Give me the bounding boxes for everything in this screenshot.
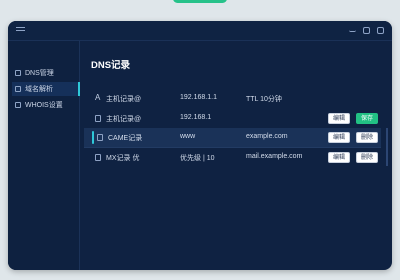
window-controls bbox=[349, 27, 384, 34]
record-ttl: TTL 10分钟 bbox=[246, 96, 282, 103]
delete-button[interactable]: 删除 bbox=[356, 152, 379, 163]
record-type: 主机记录@ bbox=[106, 116, 142, 123]
edit-button[interactable]: 编辑 bbox=[328, 152, 351, 163]
domain-icon bbox=[15, 86, 21, 92]
sidebar-item-dns[interactable]: DNS管理 bbox=[12, 66, 80, 80]
table-row[interactable]: A 主机记录@ 192.168.1.1 TTL 10分钟 bbox=[84, 89, 381, 108]
dns-icon bbox=[15, 70, 21, 76]
record-icon bbox=[97, 134, 103, 141]
record-value: 192.168.1.1 bbox=[180, 94, 217, 101]
scrollbar[interactable] bbox=[386, 128, 388, 166]
record-value: 192.168.1 bbox=[180, 114, 212, 121]
table-row[interactable]: CAME记录 www example.com 编辑 删除 bbox=[84, 128, 381, 147]
save-button[interactable]: 保存 bbox=[356, 113, 379, 124]
close-icon[interactable] bbox=[377, 27, 384, 34]
record-target: example.com bbox=[246, 133, 288, 140]
app-window: DNS管理 域名解析 WHOIS设置 DNS记录 A 主机记录@ 192.168… bbox=[8, 21, 392, 270]
table-row[interactable]: MX记录 优 优先级 | 10 mail.example.com 编辑 删除 bbox=[84, 147, 381, 166]
sidebar-item-whois[interactable]: WHOIS设置 bbox=[12, 98, 80, 112]
selected-indicator bbox=[92, 131, 94, 144]
sidebar-item-label: DNS管理 bbox=[25, 70, 54, 77]
record-value: www bbox=[180, 133, 196, 140]
menu-icon[interactable] bbox=[16, 27, 25, 34]
edit-button[interactable]: 编辑 bbox=[328, 113, 351, 124]
record-type: CAME记录 bbox=[108, 135, 143, 142]
delete-button[interactable]: 删除 bbox=[356, 132, 379, 143]
record-target: mail.example.com bbox=[246, 153, 303, 160]
record-icon bbox=[95, 115, 101, 122]
page-title: DNS记录 bbox=[91, 60, 131, 71]
minimize-icon[interactable] bbox=[349, 27, 356, 32]
table-row[interactable]: 主机记录@ 192.168.1 编辑 保存 bbox=[84, 109, 381, 128]
maximize-icon[interactable] bbox=[363, 27, 370, 34]
sidebar-item-label: 域名解析 bbox=[25, 86, 53, 93]
record-type: 主机记录@ bbox=[106, 96, 142, 103]
top-status-pill bbox=[173, 0, 227, 3]
title-bar bbox=[8, 21, 392, 41]
whois-icon bbox=[15, 102, 21, 108]
edit-button[interactable]: 编辑 bbox=[328, 132, 351, 143]
record-icon bbox=[95, 154, 101, 161]
main-content: DNS记录 A 主机记录@ 192.168.1.1 TTL 10分钟 主机记录@… bbox=[80, 41, 392, 270]
a-record-icon: A bbox=[95, 93, 101, 102]
record-type: MX记录 优 bbox=[106, 155, 140, 162]
sidebar: DNS管理 域名解析 WHOIS设置 bbox=[8, 41, 80, 270]
sidebar-item-label: WHOIS设置 bbox=[25, 102, 63, 109]
record-value: 优先级 | 10 bbox=[180, 155, 215, 162]
sidebar-item-domain-resolution[interactable]: 域名解析 bbox=[12, 82, 80, 96]
